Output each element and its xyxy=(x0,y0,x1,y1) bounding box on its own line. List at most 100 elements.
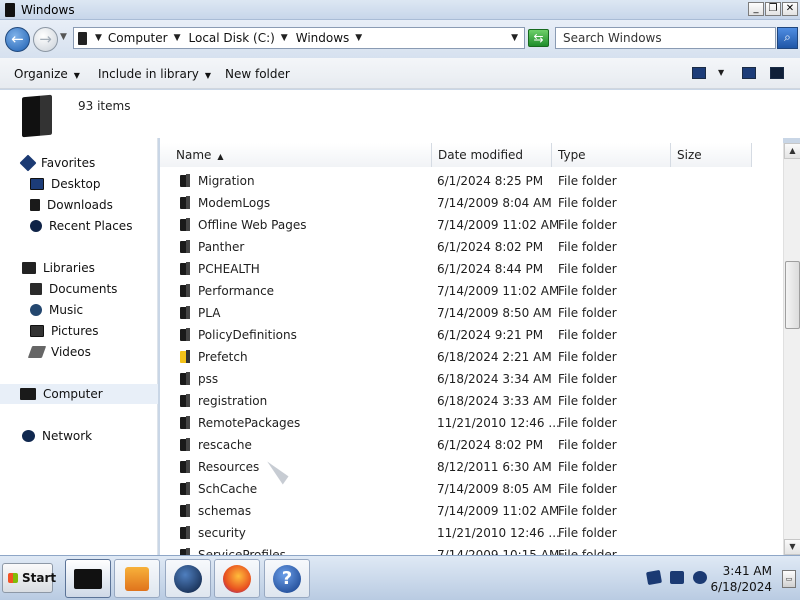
refresh-button[interactable]: ⇆ xyxy=(528,29,549,47)
file-date: 6/18/2024 3:33 AM xyxy=(437,394,552,408)
file-type: File folder xyxy=(558,218,617,232)
help-icon[interactable] xyxy=(770,67,784,79)
file-name: Offline Web Pages xyxy=(198,218,307,232)
network-icon xyxy=(22,430,35,442)
file-date: 7/14/2009 8:05 AM xyxy=(437,482,552,496)
start-button[interactable]: Start xyxy=(2,563,56,593)
recent-pages-dropdown[interactable]: ▼ xyxy=(60,32,67,42)
nav-documents[interactable]: Documents xyxy=(0,279,158,299)
breadcrumb-local-disk[interactable]: Local Disk (C:) ▼ xyxy=(189,31,288,45)
vertical-scrollbar[interactable]: ▲ ▼ xyxy=(783,143,800,555)
view-options-dropdown[interactable]: ▼ xyxy=(718,68,724,77)
folder-icon xyxy=(180,482,190,495)
volume-icon[interactable] xyxy=(693,571,707,584)
column-date-modified[interactable]: Date modified xyxy=(432,143,552,167)
table-row[interactable]: security 11/21/2010 12:46 ... File folder xyxy=(160,522,783,544)
nav-label: Favorites xyxy=(41,156,96,170)
table-row[interactable]: Panther 6/1/2024 8:02 PM File folder xyxy=(160,236,783,258)
file-date: 11/21/2010 12:46 ... xyxy=(437,416,560,430)
folder-icon xyxy=(180,460,190,473)
explorer-icon xyxy=(74,568,102,589)
change-view-icon[interactable] xyxy=(692,67,706,79)
table-row[interactable]: Performance 7/14/2009 11:02 AM File folder xyxy=(160,280,783,302)
taskbar-media-player-button[interactable] xyxy=(114,559,160,598)
folder-icon xyxy=(180,438,190,451)
folder-icon xyxy=(180,416,190,429)
taskbar-globe-button[interactable] xyxy=(165,559,211,598)
search-input[interactable]: Search Windows xyxy=(555,27,776,49)
file-type: File folder xyxy=(558,174,617,188)
table-row[interactable]: schemas 7/14/2009 11:02 AM File folder xyxy=(160,500,783,522)
table-row[interactable]: ServiceProfiles 7/14/2009 10:15 AM File fo… xyxy=(160,544,783,555)
file-type: File folder xyxy=(558,328,617,342)
column-type[interactable]: Type xyxy=(552,143,671,167)
scroll-thumb[interactable] xyxy=(785,261,800,329)
include-in-library-button[interactable]: Include in library ▼ xyxy=(98,67,211,81)
breadcrumb-windows[interactable]: Windows ▼ xyxy=(296,31,363,45)
file-name: rescache xyxy=(198,438,252,452)
breadcrumb[interactable]: ▼ Computer ▼ Local Disk (C:) ▼ Windows ▼ ▼ xyxy=(73,27,525,49)
action-center-icon[interactable] xyxy=(645,569,663,586)
nav-libraries[interactable]: Libraries xyxy=(0,258,158,278)
file-type: File folder xyxy=(558,306,617,320)
media-player-icon xyxy=(125,566,149,591)
file-date: 6/18/2024 2:21 AM xyxy=(437,350,552,364)
forward-button[interactable]: → xyxy=(33,27,58,52)
new-folder-button[interactable]: New folder xyxy=(225,67,290,81)
nav-music[interactable]: Music xyxy=(0,300,158,320)
breadcrumb-computer[interactable]: ▼ Computer ▼ xyxy=(95,31,181,45)
videos-icon xyxy=(27,346,47,358)
taskbar-explorer-button[interactable] xyxy=(65,559,111,598)
table-row[interactable]: registration 6/18/2024 3:33 AM File folder xyxy=(160,390,783,412)
file-date: 7/14/2009 10:15 AM xyxy=(437,548,560,555)
nav-pictures[interactable]: Pictures xyxy=(0,321,158,341)
show-desktop-button[interactable]: ▭ xyxy=(782,570,796,588)
address-dropdown-button[interactable]: ▼ xyxy=(511,33,518,43)
file-date: 8/12/2011 6:30 AM xyxy=(437,460,552,474)
minimize-button[interactable]: _ xyxy=(748,2,764,16)
folder-large-icon xyxy=(22,94,52,138)
table-row[interactable]: SchCache 7/14/2009 8:05 AM File folder xyxy=(160,478,783,500)
search-icon[interactable]: ⌕ xyxy=(777,27,798,49)
column-size[interactable]: Size xyxy=(671,143,752,167)
table-row[interactable]: ModemLogs 7/14/2009 8:04 AM File folder xyxy=(160,192,783,214)
scroll-down-button[interactable]: ▼ xyxy=(784,539,800,555)
taskbar-help-button[interactable]: ? xyxy=(264,559,310,598)
file-type: File folder xyxy=(558,526,617,540)
file-name: PLA xyxy=(198,306,221,320)
folder-icon xyxy=(180,196,190,209)
table-row[interactable]: RemotePackages 11/21/2010 12:46 ... File f… xyxy=(160,412,783,434)
taskbar-firefox-button[interactable] xyxy=(214,559,260,598)
nav-favorites[interactable]: Favorites xyxy=(0,153,158,173)
table-row[interactable]: Resources 8/12/2011 6:30 AM File folder xyxy=(160,456,783,478)
nav-label: Videos xyxy=(51,345,91,359)
clock[interactable]: 3:41 AM 6/18/2024 xyxy=(710,563,772,595)
nav-computer[interactable]: Computer xyxy=(0,384,158,404)
table-row[interactable]: PolicyDefinitions 6/1/2024 9:21 PM File fo… xyxy=(160,324,783,346)
network-tray-icon[interactable] xyxy=(670,571,684,584)
close-button[interactable]: ✕ xyxy=(782,2,798,16)
file-date: 6/1/2024 8:02 PM xyxy=(437,438,544,452)
nav-desktop[interactable]: Desktop xyxy=(0,174,158,194)
table-row[interactable]: rescache 6/1/2024 8:02 PM File folder xyxy=(160,434,783,456)
table-row[interactable]: Offline Web Pages 7/14/2009 11:02 AM File … xyxy=(160,214,783,236)
table-row[interactable]: PLA 7/14/2009 8:50 AM File folder xyxy=(160,302,783,324)
nav-recent-places[interactable]: Recent Places xyxy=(0,216,158,236)
table-row[interactable]: PCHEALTH 6/1/2024 8:44 PM File folder xyxy=(160,258,783,280)
column-name[interactable]: Name ▲ xyxy=(160,143,432,167)
table-row[interactable]: Prefetch 6/18/2024 2:21 AM File folder xyxy=(160,346,783,368)
table-row[interactable]: pss 6/18/2024 3:34 AM File folder xyxy=(160,368,783,390)
table-row[interactable]: Migration 6/1/2024 8:25 PM File folder xyxy=(160,170,783,192)
navigation-pane: Favorites Desktop Downloads Recent Place… xyxy=(0,138,158,555)
sort-ascending-icon: ▲ xyxy=(217,152,224,161)
nav-network[interactable]: Network xyxy=(0,426,158,446)
file-rows: Migration 6/1/2024 8:25 PM File folder Mode… xyxy=(160,170,783,555)
preview-pane-icon[interactable] xyxy=(742,67,756,79)
folder-icon xyxy=(180,504,190,517)
organize-button[interactable]: Organize ▼ xyxy=(14,67,80,81)
back-button[interactable]: ← xyxy=(5,27,30,52)
nav-videos[interactable]: Videos xyxy=(0,342,158,362)
nav-downloads[interactable]: Downloads xyxy=(0,195,158,215)
scroll-up-button[interactable]: ▲ xyxy=(784,143,800,159)
maximize-button[interactable]: ❐ xyxy=(765,2,781,16)
